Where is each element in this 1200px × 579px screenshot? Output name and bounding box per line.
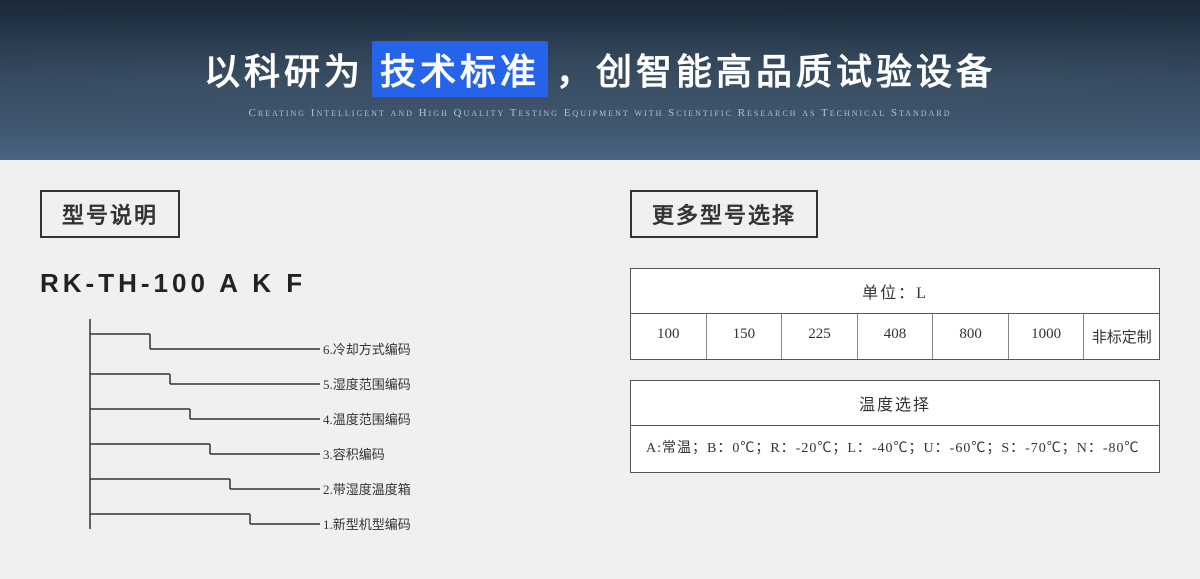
- model-diagram: 6.冷却方式编码 5.湿度范围编码 4.温度范围编码 3.容积编码: [60, 319, 570, 549]
- temp-table: 温度选择 A:常温；B：0℃；R：-20℃；L：-40℃；U：-60℃；S：-7…: [630, 380, 1160, 473]
- volume-table: 单位：L 100 150 225 408 800 1000 非标定制: [630, 268, 1160, 360]
- svg-text:2.带湿度温度箱: 2.带湿度温度箱: [323, 482, 411, 497]
- hero-subtitle: Creating Intelligent and High Quality Te…: [249, 107, 952, 119]
- left-section-title: 型号说明: [40, 190, 180, 238]
- vol-cell-6: 1000: [1009, 314, 1085, 359]
- svg-text:1.新型机型编码: 1.新型机型编码: [323, 517, 411, 532]
- vol-cell-1: 100: [631, 314, 707, 359]
- right-section-title: 更多型号选择: [630, 190, 818, 238]
- svg-text:6.冷却方式编码: 6.冷却方式编码: [323, 342, 411, 357]
- vol-cell-5: 800: [933, 314, 1009, 359]
- volume-table-header: 单位：L: [631, 269, 1159, 314]
- svg-text:3.容积编码: 3.容积编码: [323, 447, 385, 462]
- model-label: RK-TH-100 A K F: [40, 268, 570, 299]
- hero-section: 以科研为 技术标准 ，创智能高品质试验设备 Creating Intellige…: [0, 0, 1200, 160]
- svg-text:5.湿度范围编码: 5.湿度范围编码: [323, 377, 411, 392]
- volume-table-row: 100 150 225 408 800 1000 非标定制: [631, 314, 1159, 359]
- main-content: 型号说明 RK-TH-100 A K F 6.冷却方式编码 5.湿度范围编码: [0, 160, 1200, 579]
- diagram-svg: 6.冷却方式编码 5.湿度范围编码 4.温度范围编码 3.容积编码: [60, 319, 580, 549]
- temp-table-body: A:常温；B：0℃；R：-20℃；L：-40℃；U：-60℃；S：-70℃；N：…: [631, 426, 1159, 472]
- vol-cell-4: 408: [858, 314, 934, 359]
- right-section: 更多型号选择 单位：L 100 150 225 408 800 1000 非标定…: [630, 190, 1160, 549]
- svg-text:4.温度范围编码: 4.温度范围编码: [323, 412, 411, 427]
- left-section: 型号说明 RK-TH-100 A K F 6.冷却方式编码 5.湿度范围编码: [40, 190, 570, 549]
- hero-title-prefix: 以科研为: [204, 43, 364, 95]
- vol-cell-2: 150: [707, 314, 783, 359]
- hero-title-suffix: ，创智能高品质试验设备: [556, 43, 996, 95]
- vol-cell-3: 225: [782, 314, 858, 359]
- hero-title: 以科研为 技术标准 ，创智能高品质试验设备: [204, 41, 996, 97]
- vol-cell-7: 非标定制: [1084, 314, 1159, 359]
- temp-table-header: 温度选择: [631, 381, 1159, 426]
- hero-title-highlight: 技术标准: [372, 41, 548, 97]
